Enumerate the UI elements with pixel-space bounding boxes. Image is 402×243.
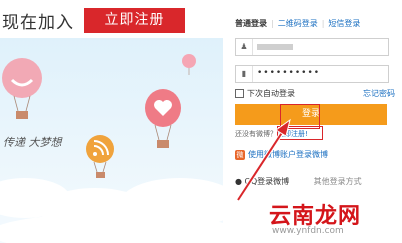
username-value-blurred: [257, 44, 293, 50]
password-value: ••••••••••: [257, 68, 321, 78]
tab-qrcode-login[interactable]: 二维码登录: [278, 19, 318, 28]
balloon-heart-icon: [145, 89, 181, 148]
tab-sms-login[interactable]: 短信登录: [328, 19, 360, 28]
auto-login-label: 下次自动登录: [247, 89, 295, 98]
weibo-login-label: 使用微博账户登录微博: [248, 150, 328, 159]
register-button[interactable]: 立即注册: [84, 8, 185, 33]
user-icon: ♟: [236, 39, 253, 55]
qq-icon: ●: [235, 177, 242, 186]
balloon-small-icon: [182, 54, 196, 75]
watermark-url: www.ynfdn.com: [272, 226, 344, 236]
slogan: 传递 大梦想: [3, 136, 62, 149]
register-link-highlight: [277, 126, 323, 140]
balloon-rss-icon: [86, 135, 114, 178]
weibo-account-login[interactable]: 微 使用微博账户登录微博: [235, 149, 328, 160]
lock-icon: ▮: [236, 66, 253, 82]
no-account-label: 还没有微博？: [235, 130, 277, 138]
other-login-methods[interactable]: 其他登录方式: [314, 177, 362, 186]
auto-login-checkbox[interactable]: [235, 89, 244, 98]
promo-panel: 现在加入 立即注册 传递 大梦想: [0, 0, 223, 243]
forgot-password-link[interactable]: 忘记密码: [363, 88, 395, 99]
qq-login-row[interactable]: ● QQ登录微博 其他登录方式: [235, 176, 362, 187]
join-text: 现在加入: [2, 13, 74, 33]
qq-login-label: QQ登录微博: [244, 177, 290, 186]
login-tabs: 普通登录 | 二维码登录 | 短信登录: [235, 19, 361, 28]
auto-login[interactable]: 下次自动登录: [235, 88, 295, 99]
weibo-icon: 微: [235, 149, 245, 160]
balloon-smile-icon: [2, 58, 42, 119]
username-field[interactable]: ♟: [235, 38, 389, 56]
tab-normal-login[interactable]: 普通登录: [235, 19, 267, 28]
password-field[interactable]: ▮ ••••••••••: [235, 65, 389, 83]
